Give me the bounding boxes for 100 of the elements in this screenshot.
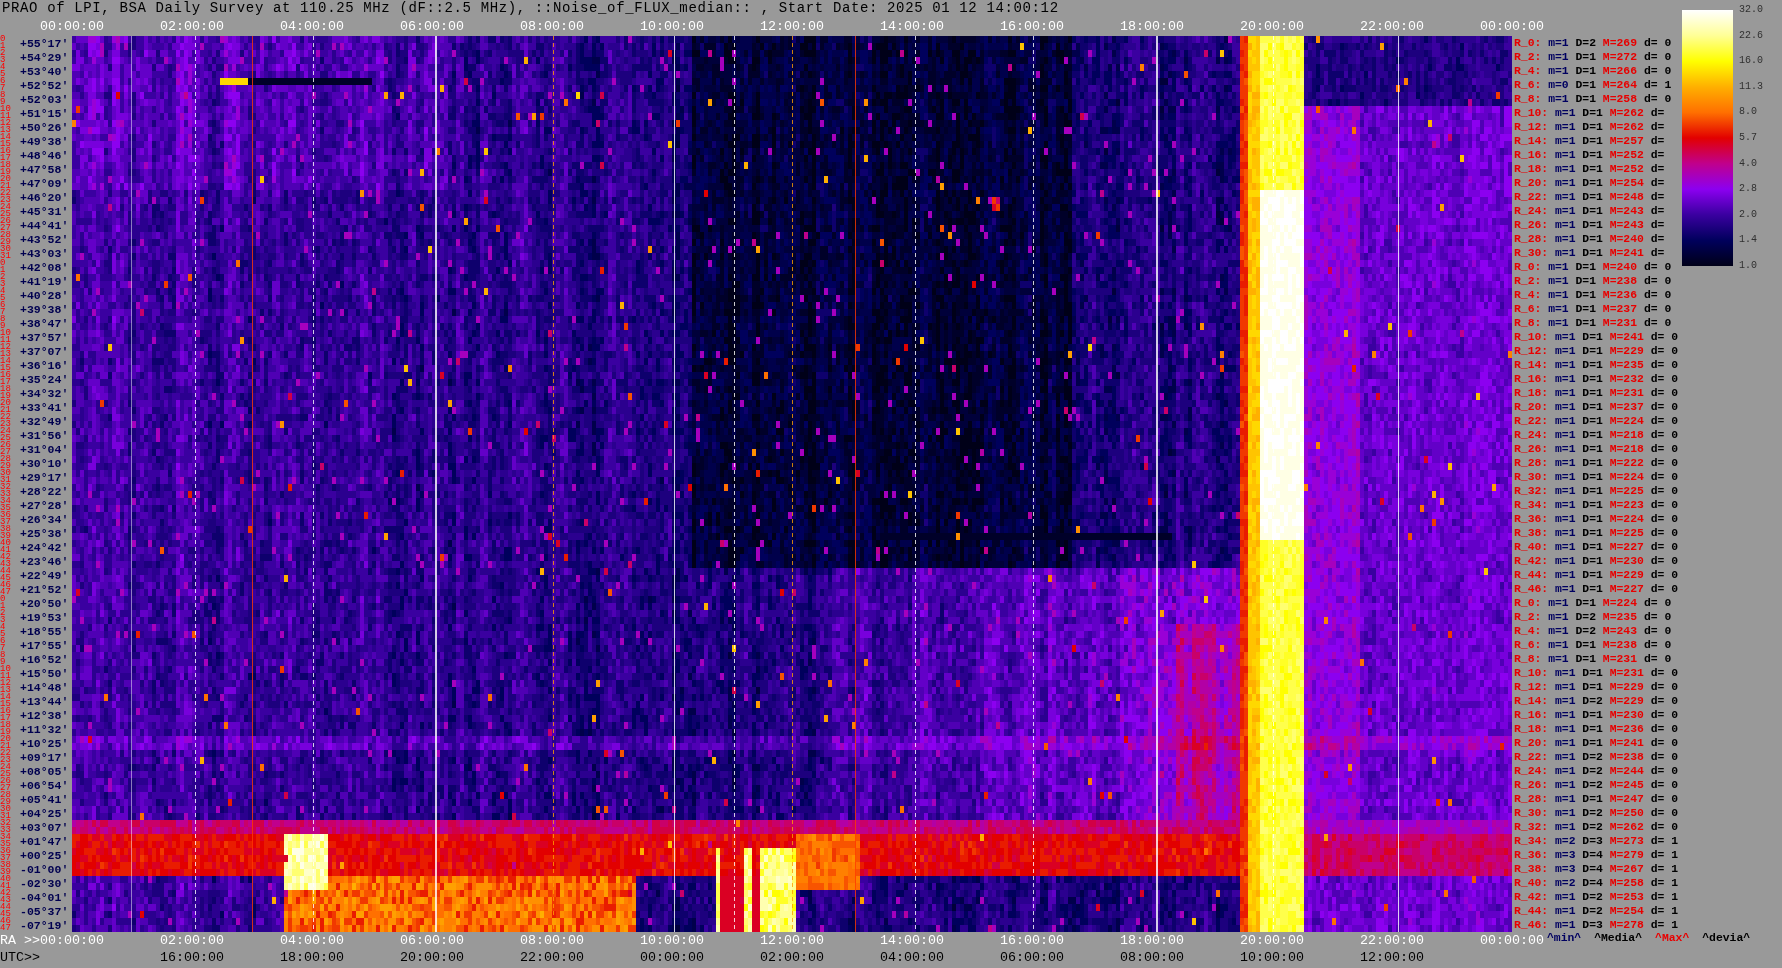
max-value: M=245: [1609, 778, 1644, 792]
median-value: D=4: [1582, 876, 1603, 890]
median-value: D=2: [1582, 694, 1603, 708]
median-value: D=1: [1582, 484, 1603, 498]
beam-number: 44: [0, 568, 11, 575]
declination-label: +04°25': [20, 806, 69, 820]
deviation-value: d=: [1650, 134, 1665, 148]
max-value: M=273: [1609, 834, 1644, 848]
row-label: R_28:: [1514, 232, 1549, 246]
max-value: M=241: [1609, 736, 1644, 750]
deviation-value: d= 0: [1650, 750, 1679, 764]
deviation-value: d= 0: [1650, 736, 1679, 750]
time-axis-label: 10:00:00: [640, 933, 704, 948]
max-value: M=253: [1609, 890, 1644, 904]
max-value: M=243: [1609, 204, 1644, 218]
deviation-value: d= 1: [1650, 834, 1679, 848]
row-label: R_8:: [1514, 316, 1542, 330]
axis-title: RA >>: [0, 933, 40, 948]
row-label: R_18:: [1514, 722, 1549, 736]
row-label: R_4:: [1514, 64, 1542, 78]
declination-label: +11°32': [20, 722, 69, 736]
max-value: M=222: [1609, 456, 1644, 470]
max-value: M=236: [1602, 288, 1638, 302]
median-value: D=2: [1575, 36, 1597, 50]
beam-number: 1: [0, 43, 6, 50]
median-value: D=1: [1582, 400, 1603, 414]
row-label: R_10:: [1514, 666, 1549, 680]
declination-label: +51°15': [20, 106, 69, 120]
max-value: M=218: [1609, 442, 1644, 456]
declination-label: +09°17': [20, 750, 69, 764]
declination-label: +31°04': [20, 442, 69, 456]
min-value: m=1: [1548, 610, 1569, 624]
declination-label: +25°38': [20, 526, 69, 540]
min-value: m=1: [1555, 190, 1576, 204]
declination-label: +30°10': [20, 456, 69, 470]
deviation-value: d= 0: [1650, 358, 1679, 372]
row-label: R_14:: [1514, 358, 1549, 372]
max-value: M=238: [1609, 750, 1644, 764]
legend-label: ^Max^: [1655, 932, 1690, 945]
row-label: R_32:: [1514, 820, 1549, 834]
median-value: D=1: [1582, 204, 1603, 218]
median-value: D=1: [1582, 330, 1603, 344]
beam-number: 11: [0, 337, 11, 344]
declination-label: +55°17': [20, 36, 69, 50]
max-value: M=252: [1609, 162, 1644, 176]
median-value: D=2: [1582, 820, 1603, 834]
declination-label: +47°58': [20, 162, 69, 176]
row-label: R_22:: [1514, 190, 1549, 204]
median-value: D=1: [1582, 540, 1603, 554]
min-value: m=1: [1548, 638, 1569, 652]
deviation-value: d= 1: [1650, 918, 1679, 932]
row-label: R_28:: [1514, 456, 1549, 470]
deviation-value: d= 0: [1650, 554, 1679, 568]
min-value: m=1: [1548, 260, 1569, 274]
row-label: R_4:: [1514, 288, 1542, 302]
min-value: m=2: [1555, 876, 1576, 890]
colorbar-label: 32.0: [1739, 4, 1763, 16]
min-value: m=1: [1548, 302, 1569, 316]
colorbar-label: 2.0: [1739, 208, 1757, 221]
max-value: M=229: [1609, 694, 1644, 708]
deviation-value: d= 0: [1643, 50, 1672, 64]
median-value: D=1: [1575, 302, 1597, 316]
declination-label: +23°46': [20, 554, 69, 568]
median-value: D=1: [1582, 344, 1603, 358]
beam-number: 1: [0, 603, 6, 610]
deviation-value: d= 0: [1650, 582, 1679, 596]
max-value: M=272: [1602, 50, 1638, 64]
beam-number: 17: [0, 379, 11, 386]
max-value: M=225: [1609, 484, 1644, 498]
row-label: R_42:: [1514, 554, 1549, 568]
min-value: m=1: [1555, 372, 1576, 386]
row-label: R_12:: [1514, 680, 1549, 694]
deviation-value: d=: [1650, 120, 1665, 134]
row-label: R_20:: [1514, 400, 1549, 414]
min-value: m=1: [1555, 806, 1576, 820]
min-value: m=1: [1548, 316, 1569, 330]
declination-label: +27°28': [20, 498, 69, 512]
legend-label: ^min^: [1547, 932, 1582, 945]
beam-number: 4: [0, 624, 6, 631]
row-label: R_32:: [1514, 484, 1549, 498]
declination-label: +38°47': [20, 316, 69, 330]
max-value: M=227: [1609, 582, 1644, 596]
max-value: M=231: [1609, 666, 1644, 680]
median-value: D=1: [1582, 148, 1603, 162]
time-axis-label: 06:00:00: [400, 19, 464, 34]
max-value: M=257: [1609, 134, 1644, 148]
deviation-value: d=: [1650, 204, 1665, 218]
declination-label: +36°16': [20, 358, 69, 372]
median-value: D=1: [1582, 680, 1603, 694]
median-value: D=4: [1582, 848, 1603, 862]
median-value: D=1: [1582, 386, 1603, 400]
time-axis-label: 02:00:00: [160, 933, 224, 948]
min-value: m=1: [1555, 778, 1576, 792]
row-label: R_26:: [1514, 442, 1549, 456]
row-label: R_26:: [1514, 218, 1549, 232]
row-label: R_12:: [1514, 344, 1549, 358]
row-label: R_34:: [1514, 834, 1549, 848]
declination-label: +35°24': [20, 372, 69, 386]
axis-title: UTC>>: [0, 950, 40, 965]
max-value: M=223: [1609, 498, 1644, 512]
